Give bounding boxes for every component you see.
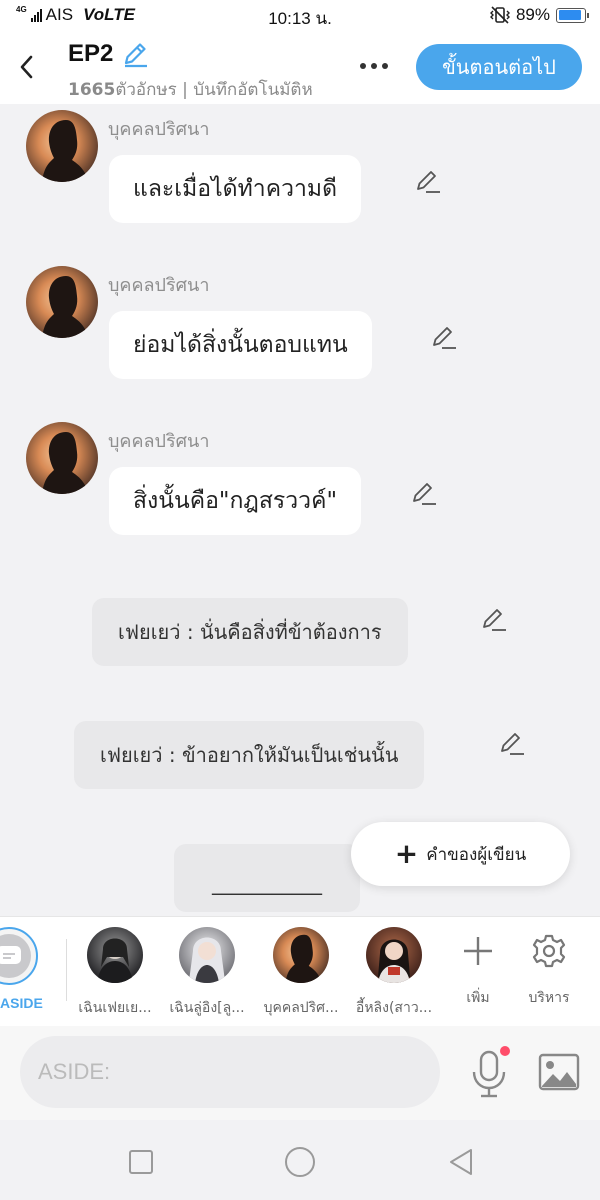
- plus-icon: [443, 929, 513, 973]
- manage-label: บริหาร: [528, 990, 570, 1006]
- speaker-name: บุคคลปริศนา: [108, 275, 210, 296]
- character-name: บุคคลปริศ...: [263, 1000, 339, 1016]
- character-item[interactable]: บุคคลปริศ...: [256, 927, 346, 1019]
- episode-title: EP2: [68, 40, 114, 67]
- aside-bubble[interactable]: เฟยเยว่ : นั่นคือสิ่งที่ข้าต้องการ: [92, 598, 408, 666]
- system-nav-bar: [0, 1120, 600, 1200]
- portrait-icon: [189, 937, 225, 983]
- chevron-left-icon: [20, 55, 33, 79]
- edit-icon[interactable]: [430, 324, 458, 352]
- dot-icon: [360, 63, 366, 69]
- avatar: [273, 927, 329, 983]
- avatar[interactable]: [26, 266, 98, 338]
- edit-icon[interactable]: [480, 606, 508, 634]
- aside-label: ASIDE: [0, 995, 43, 1011]
- next-step-button[interactable]: ขั้นตอนต่อไป: [416, 44, 582, 90]
- dot-icon: [371, 63, 377, 69]
- silhouette-icon: [285, 934, 322, 983]
- speaker-name: บุคคลปริศนา: [108, 431, 210, 452]
- battery-icon: [556, 7, 589, 23]
- title-row: EP2: [68, 40, 149, 68]
- silhouette-icon: [42, 432, 88, 494]
- gear-icon: [514, 929, 584, 973]
- message-bubble[interactable]: สิ่งนั้นคือ"กฎสรววค์": [109, 467, 362, 535]
- dot-icon: [382, 63, 388, 69]
- edit-icon[interactable]: [498, 730, 526, 758]
- subtitle-text: ตัวอักษร | บันทึกอัตโนมัติห: [115, 80, 313, 100]
- back-button[interactable]: [14, 52, 40, 82]
- voice-input-button[interactable]: [468, 1046, 512, 1100]
- aside-avatar: [0, 927, 38, 985]
- more-options-button[interactable]: [355, 54, 393, 78]
- char-count: 1665: [68, 80, 116, 100]
- silhouette-icon: [42, 276, 88, 338]
- character-item[interactable]: เฉินลู่อิง[ลู...: [162, 927, 252, 1019]
- character-item[interactable]: เฉินเฟยเย...: [70, 927, 160, 1019]
- aside-selector[interactable]: ASIDE: [0, 927, 50, 1011]
- status-right: 89%: [489, 5, 589, 25]
- avatar[interactable]: [26, 110, 98, 182]
- avatar: [87, 927, 143, 983]
- back-nav-button[interactable]: [443, 1144, 479, 1180]
- author-note-label: คำของผู้เขียน: [426, 844, 527, 865]
- avatar: [179, 927, 235, 983]
- insert-image-button[interactable]: [538, 1052, 580, 1092]
- manage-characters-button[interactable]: บริหาร: [514, 929, 584, 1009]
- aside-bubble[interactable]: เฟยเยว่ : ข้าอยากให้มันเป็นเช่นนั้น: [74, 721, 425, 789]
- character-item[interactable]: อี้หลิง(สาว...: [349, 927, 439, 1019]
- edit-icon[interactable]: [414, 168, 442, 196]
- add-character-button[interactable]: เพิ่ม: [443, 929, 513, 1009]
- status-bar: 4G AIS VoLTE 10:13 น. 89%: [0, 0, 600, 32]
- battery-fill: [558, 10, 581, 20]
- recent-apps-button[interactable]: [123, 1144, 159, 1180]
- divider: [66, 939, 67, 1001]
- add-label: เพิ่ม: [466, 990, 490, 1006]
- silhouette-icon: [42, 120, 88, 182]
- battery-percent: 89%: [515, 5, 550, 24]
- circle-icon: [285, 1147, 315, 1177]
- chat-bubble-icon: [0, 946, 21, 964]
- header: EP2 1665ตัวอักษร | บันทึกอัตโนมัติห ขั้น…: [0, 32, 600, 104]
- triangle-back-icon: [450, 1149, 472, 1175]
- message-bubble[interactable]: ย่อมได้สิ่งนั้นตอบแทน: [109, 311, 372, 379]
- character-bar: ASIDE เฉินเฟยเย... เฉินลู่อิง[ลู... บุคค…: [0, 916, 600, 1026]
- avatar[interactable]: [26, 422, 98, 494]
- plus-icon: +: [394, 837, 419, 870]
- message-bubble[interactable]: และเมื่อได้ทำความดี: [109, 155, 362, 223]
- avatar: [366, 927, 422, 983]
- chat-area[interactable]: บุคคลปริศนา และเมื่อได้ทำความดี บุคคลปริ…: [0, 104, 600, 916]
- home-button[interactable]: [282, 1144, 318, 1180]
- message-input[interactable]: ASIDE:: [20, 1036, 440, 1108]
- edit-title-icon[interactable]: [121, 40, 149, 68]
- vibrate-icon: [489, 6, 510, 24]
- author-note-button[interactable]: + คำของผู้เขียน: [351, 822, 570, 886]
- character-name: เฉินเฟยเย...: [78, 1000, 152, 1016]
- aside-inner: [0, 934, 31, 978]
- edit-icon[interactable]: [410, 480, 438, 508]
- portrait-icon: [97, 938, 133, 983]
- blank-line-bubble[interactable]: ___________: [174, 844, 360, 912]
- character-name: อี้หลิง(สาว...: [355, 1000, 433, 1016]
- speaker-name: บุคคลปริศนา: [108, 119, 210, 140]
- square-icon: [129, 1150, 153, 1174]
- input-bar: ASIDE:: [0, 1026, 600, 1120]
- notification-dot: [500, 1046, 510, 1056]
- portrait-icon: [378, 939, 410, 983]
- image-icon: [538, 1053, 580, 1091]
- episode-subtitle: 1665ตัวอักษร | บันทึกอัตโนมัติห: [68, 76, 313, 103]
- character-name: เฉินลู่อิง[ลู...: [169, 1000, 245, 1016]
